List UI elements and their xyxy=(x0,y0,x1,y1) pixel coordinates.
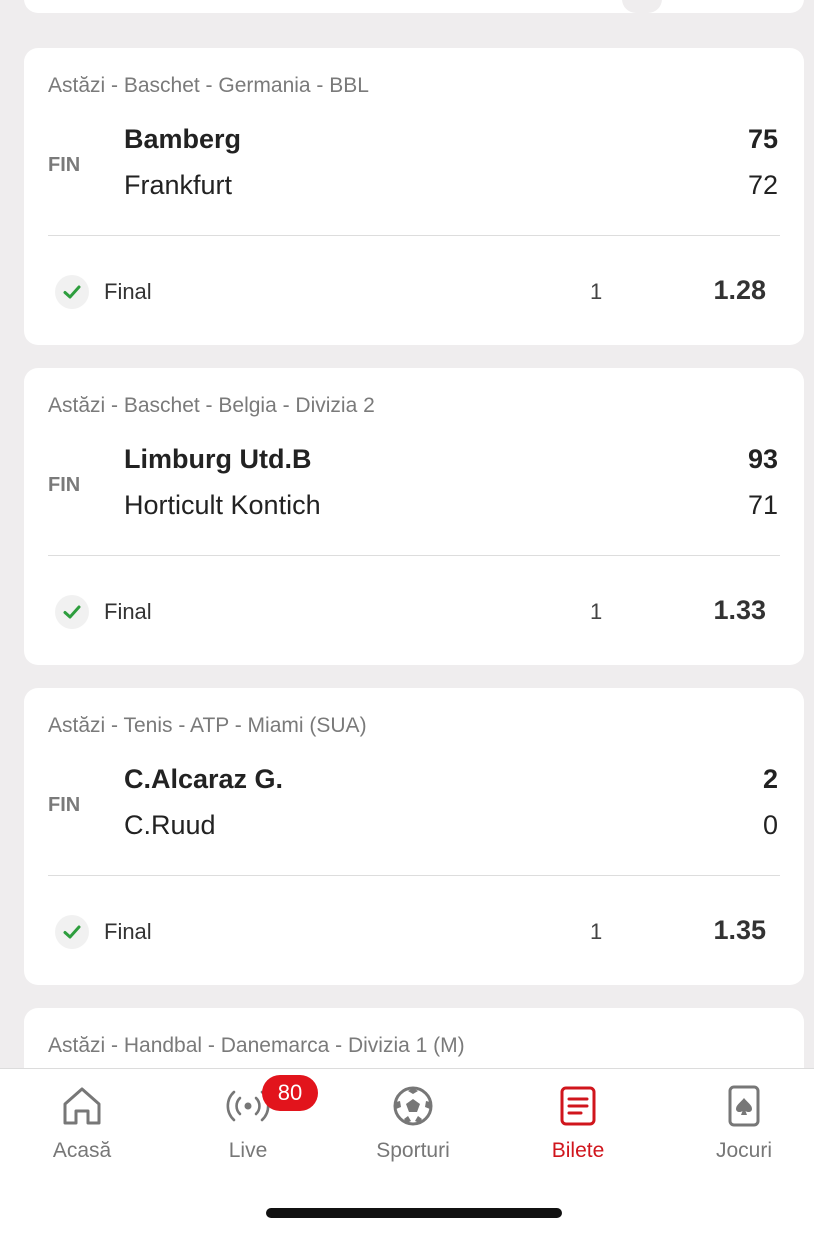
bet-odd: 1.28 xyxy=(713,275,766,305)
nav-item-games[interactable]: Jocuri xyxy=(674,1083,814,1163)
league-path: Astăzi - Baschet - Germania - BBL xyxy=(48,74,369,97)
bet-pick: 1 xyxy=(590,919,603,944)
bet-market: Final xyxy=(104,279,152,304)
match-card[interactable]: Astăzi - Baschet - Germania - BBL FIN Ba… xyxy=(24,48,804,345)
league-path: Astăzi - Baschet - Belgia - Divizia 2 xyxy=(48,394,375,417)
check-icon xyxy=(55,595,89,629)
home-indicator[interactable] xyxy=(266,1208,562,1218)
match-status: FIN xyxy=(48,794,81,816)
bet-odd: 1.35 xyxy=(713,915,766,945)
previous-card-stub xyxy=(24,0,804,13)
nav-label: Jocuri xyxy=(715,1139,773,1162)
divider xyxy=(48,875,780,876)
away-team: Frankfurt xyxy=(124,170,233,200)
home-team: Bamberg xyxy=(124,124,242,154)
divider xyxy=(48,555,780,556)
bet-pick: 1 xyxy=(590,599,603,624)
nav-item-home[interactable]: Acasă xyxy=(12,1083,152,1163)
away-score: 72 xyxy=(747,170,778,200)
nav-label: Live xyxy=(228,1139,268,1162)
nav-item-sports[interactable]: Sporturi xyxy=(343,1083,483,1163)
nav-label: Acasă xyxy=(52,1139,112,1162)
check-icon xyxy=(55,275,89,309)
home-team: C.Alcaraz G. xyxy=(124,764,284,794)
bet-pick: 1 xyxy=(590,279,603,304)
bet-market: Final xyxy=(104,599,152,624)
match-status: FIN xyxy=(48,474,81,496)
match-card[interactable]: Astăzi - Baschet - Belgia - Divizia 2 FI… xyxy=(24,368,804,665)
nav-item-tickets[interactable]: Bilete xyxy=(508,1083,648,1163)
match-card[interactable]: Astăzi - Tenis - ATP - Miami (SUA) FIN C… xyxy=(24,688,804,985)
nav-label: Sporturi xyxy=(376,1139,450,1162)
home-team: Limburg Utd.B xyxy=(124,444,312,474)
nav-label: Bilete xyxy=(551,1139,605,1162)
match-status: FIN xyxy=(48,154,81,176)
away-team: Horticult Kontich xyxy=(124,490,321,520)
divider xyxy=(48,235,780,236)
bet-market: Final xyxy=(104,919,152,944)
away-score: 71 xyxy=(747,490,778,520)
league-path: Astăzi - Handbal - Danemarca - Divizia 1… xyxy=(48,1034,465,1057)
home-icon xyxy=(63,1087,101,1125)
check-icon xyxy=(55,915,89,949)
away-team: C.Ruud xyxy=(124,810,216,840)
home-score: 75 xyxy=(747,124,778,154)
ticket-list: Astăzi - Baschet - Germania - BBL FIN Ba… xyxy=(24,48,804,1111)
soccer-ball-icon xyxy=(393,1086,433,1126)
bet-odd: 1.33 xyxy=(713,595,766,625)
ticket-list-icon xyxy=(560,1086,596,1126)
league-path: Astăzi - Tenis - ATP - Miami (SUA) xyxy=(48,714,367,737)
live-count-badge: 80 xyxy=(262,1075,318,1111)
home-score: 93 xyxy=(747,444,778,474)
playing-card-icon xyxy=(728,1085,760,1127)
home-score: 2 xyxy=(762,764,778,794)
away-score: 0 xyxy=(762,810,778,840)
